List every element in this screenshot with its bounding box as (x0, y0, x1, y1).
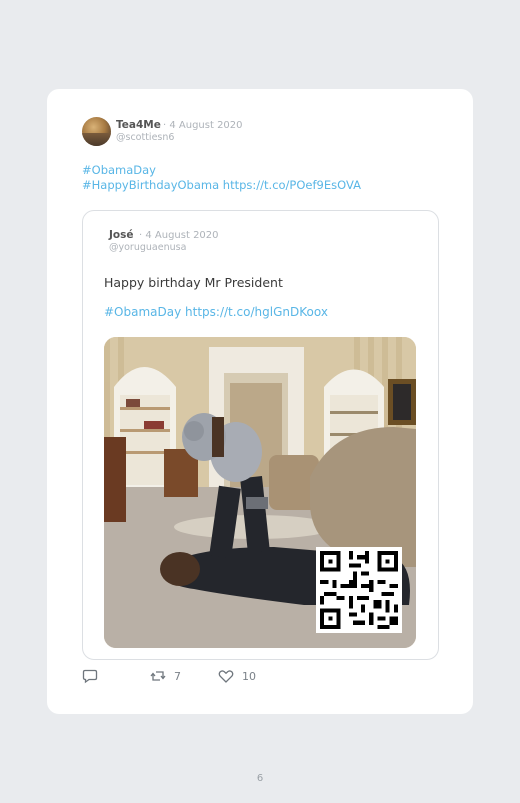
quoted-author-handle[interactable]: @yoruguaenusa (109, 242, 186, 253)
like-count: 10 (242, 669, 256, 683)
hashtag-link[interactable]: #ObamaDay (82, 163, 361, 178)
like-action[interactable]: 10 (218, 668, 256, 684)
heart-icon (218, 670, 234, 683)
author-name[interactable]: Tea4Me (116, 119, 161, 131)
quoted-text: Happy birthday Mr President (104, 275, 283, 290)
retweet-action[interactable]: 7 (150, 668, 181, 684)
avatar[interactable] (82, 117, 111, 146)
tweet-text: #ObamaDay #HappyBirthdayObama https://t.… (82, 163, 361, 193)
hashtag-url-link[interactable]: #HappyBirthdayObama https://t.co/POef9Es… (82, 178, 361, 193)
tweet-date: · 4 August 2020 (163, 120, 243, 131)
tweet-photo[interactable] (104, 337, 416, 648)
author-handle[interactable]: @scottiesn6 (116, 132, 174, 143)
qr-code-image (316, 547, 402, 633)
quoted-author-name[interactable]: José (109, 229, 134, 241)
reply-icon (82, 669, 98, 684)
quoted-date: · 4 August 2020 (139, 230, 219, 241)
qr-code (316, 547, 402, 633)
reply-action[interactable] (82, 668, 98, 684)
retweet-count: 7 (174, 669, 181, 683)
quoted-links[interactable]: #ObamaDay https://t.co/hglGnDKoox (104, 305, 328, 319)
page-number: 6 (256, 773, 264, 784)
retweet-icon (150, 671, 166, 681)
quoted-tweet[interactable]: José · 4 August 2020 @yoruguaenusa Happy… (82, 210, 439, 660)
tweet-card: Tea4Me · 4 August 2020 @scottiesn6 #Obam… (47, 89, 473, 714)
tweet-actions: 7 10 (82, 668, 282, 686)
